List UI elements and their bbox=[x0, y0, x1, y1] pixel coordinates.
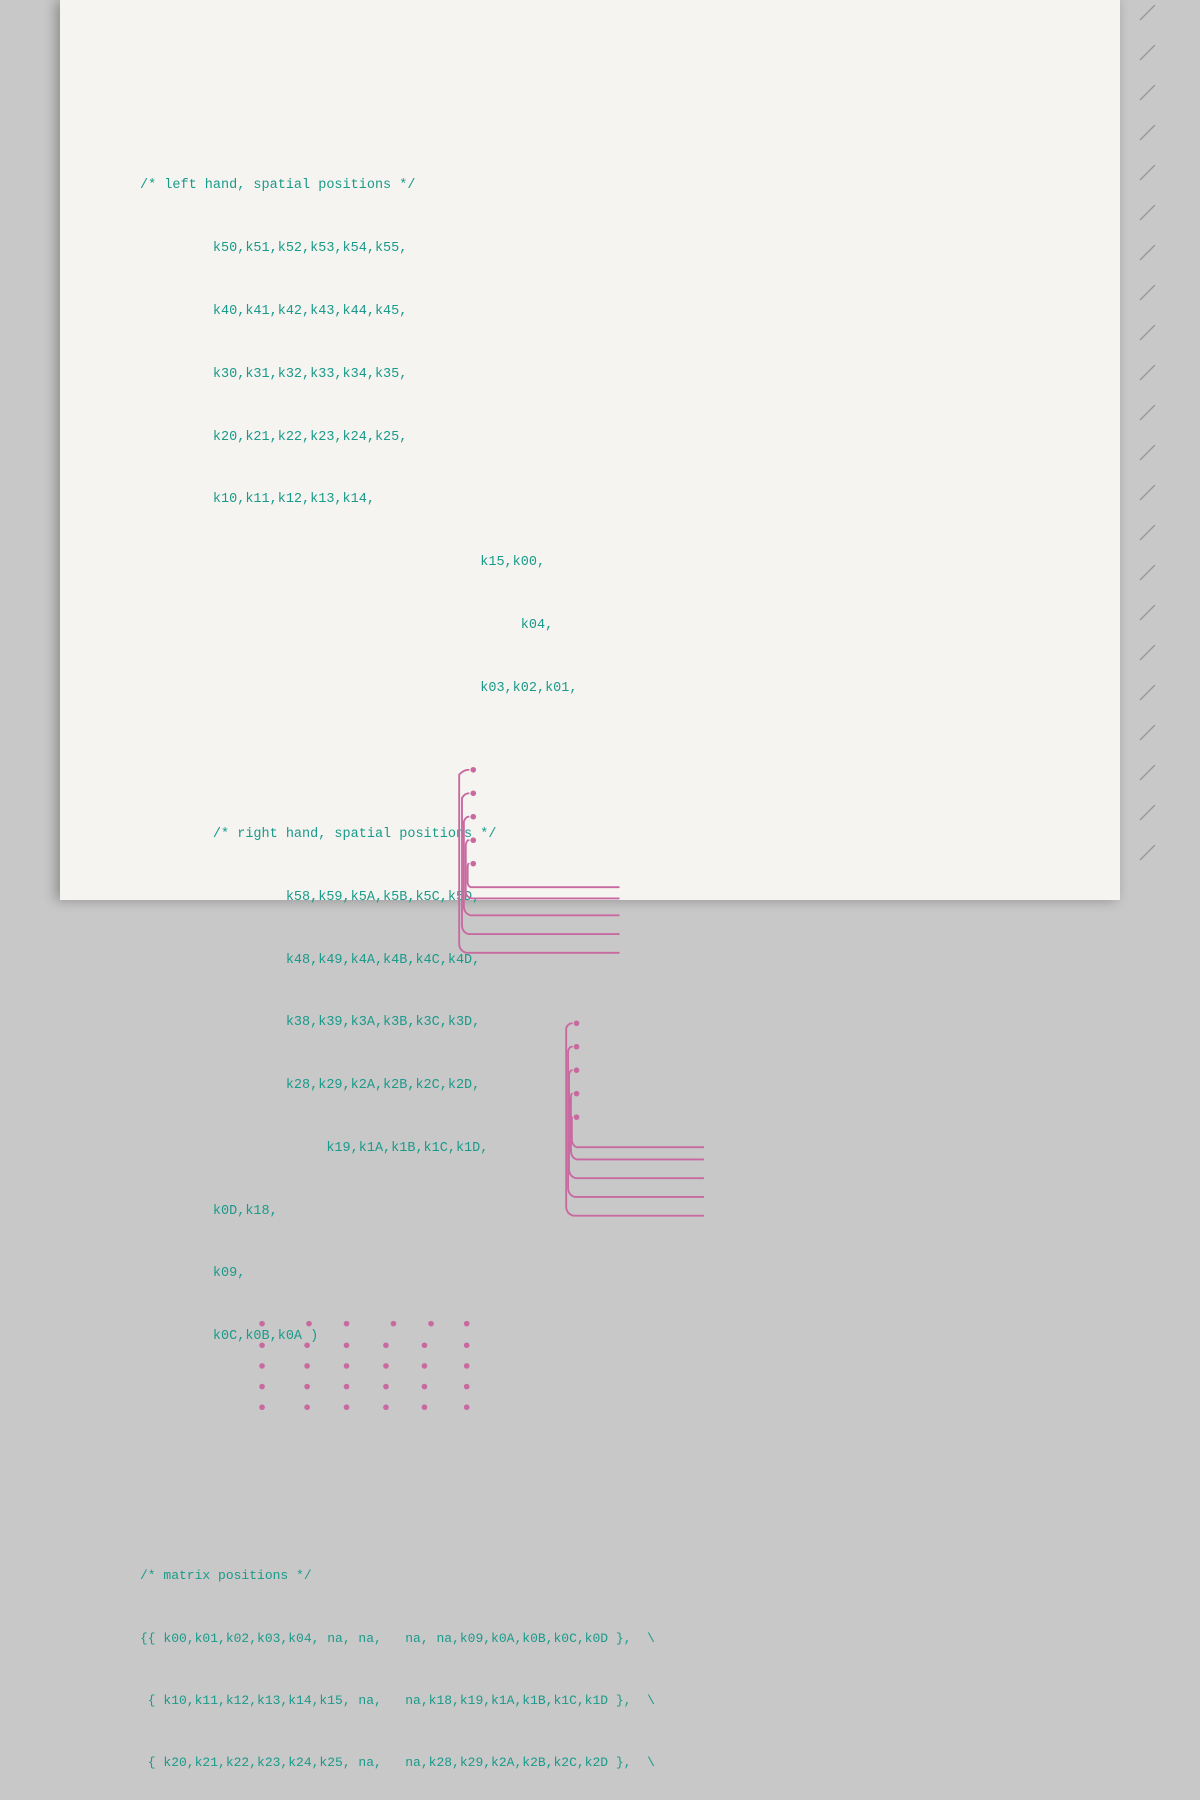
matrix-row-1: {{ k00,k01,k02,k03,k04, na, na, na, na,k… bbox=[140, 1629, 1060, 1650]
left-row-1: k50,k51,k52,k53,k54,k55, bbox=[140, 239, 1060, 260]
right-row-4: k28,k29,k2A,k2B,k2C,k2D, bbox=[140, 1076, 1060, 1097]
right-row-7: k09, bbox=[140, 1264, 1060, 1285]
right-hand-comment: /* right hand, spatial positions */ bbox=[140, 825, 1060, 846]
code-area: /* left hand, spatial positions */ k50,k… bbox=[140, 30, 1060, 1800]
left-row-7: k04, bbox=[140, 616, 1060, 637]
right-row-5: k19,k1A,k1B,k1C,k1D, bbox=[140, 1139, 1060, 1160]
left-hand-comment: /* left hand, spatial positions */ bbox=[140, 176, 1060, 197]
matrix-row-3: { k20,k21,k22,k23,k24,k25, na, na,k28,k2… bbox=[140, 1753, 1060, 1774]
right-row-2: k48,k49,k4A,k4B,k4C,k4D, bbox=[140, 951, 1060, 972]
right-margin-dashes bbox=[1120, 0, 1170, 900]
left-row-5: k10,k11,k12,k13,k14, bbox=[140, 490, 1060, 511]
right-row-8: k0C,k0B,k0A ) bbox=[140, 1327, 1060, 1348]
matrix-row-2: { k10,k11,k12,k13,k14,k15, na, na,k18,k1… bbox=[140, 1691, 1060, 1712]
spacer-2 bbox=[140, 1390, 1060, 1411]
right-row-1: k58,k59,k5A,k5B,k5C,k5D, bbox=[140, 888, 1060, 909]
left-row-8: k03,k02,k01, bbox=[140, 679, 1060, 700]
spacer-1 bbox=[140, 741, 1060, 762]
left-row-4: k20,k21,k22,k23,k24,k25, bbox=[140, 428, 1060, 449]
matrix-comment: /* matrix positions */ bbox=[140, 1566, 1060, 1587]
matrix-section: /* matrix positions */ {{ k00,k01,k02,k0… bbox=[140, 1525, 1060, 1800]
left-row-6: k15,k00, bbox=[140, 553, 1060, 574]
right-row-3: k38,k39,k3A,k3B,k3C,k3D, bbox=[140, 1013, 1060, 1034]
left-row-2: k40,k41,k42,k43,k44,k45, bbox=[140, 302, 1060, 323]
paper-page: /* left hand, spatial positions */ k50,k… bbox=[60, 0, 1120, 900]
left-row-3: k30,k31,k32,k33,k34,k35, bbox=[140, 365, 1060, 386]
right-row-6: k0D,k18, bbox=[140, 1202, 1060, 1223]
